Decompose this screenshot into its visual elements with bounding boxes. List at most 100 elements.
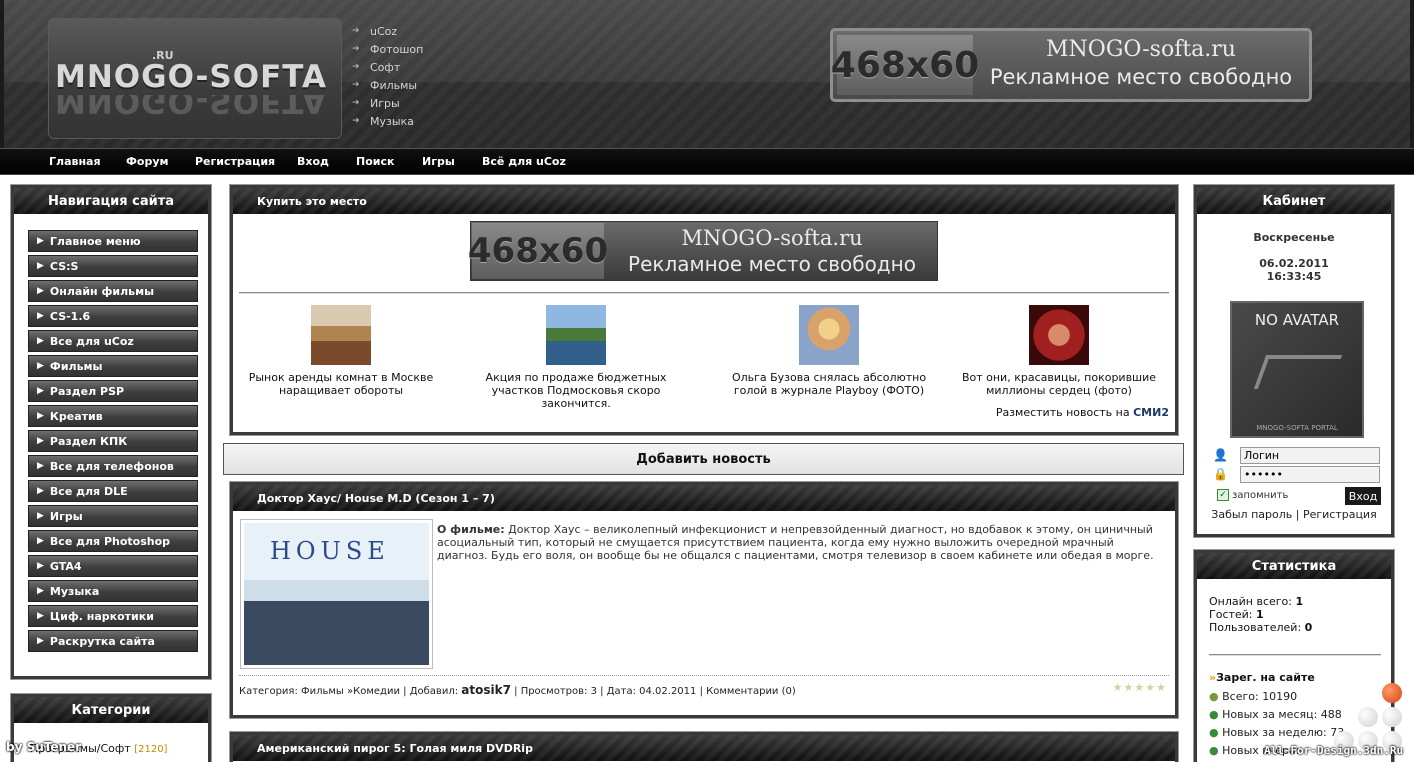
login-button[interactable]: Вход: [1345, 487, 1381, 505]
nav-search[interactable]: Поиск: [356, 155, 394, 168]
category-link[interactable]: Фильмы: [301, 686, 344, 697]
avatar-logo-icon: [1253, 355, 1343, 389]
triangle-right-icon: ▶: [37, 586, 44, 596]
news-thumb-photo[interactable]: [799, 305, 859, 365]
nav-forum[interactable]: Форум: [126, 155, 169, 168]
poster-title: HOUSE: [270, 537, 390, 565]
subcategory-link[interactable]: Комедии: [353, 686, 400, 697]
login-input[interactable]: [1240, 447, 1380, 464]
triangle-right-icon: ▶: [37, 536, 44, 546]
news-thumb-landscape[interactable]: [546, 305, 606, 365]
online-stats: Онлайн всего: 1 Гостей: 1 Пользователей:…: [1209, 595, 1313, 634]
remember-checkbox[interactable]: ✓: [1217, 489, 1229, 501]
menu-item-main[interactable]: ▶ Главное меню: [28, 230, 198, 252]
logo-reflection: MNOGO-SOFTA: [55, 95, 327, 119]
main-nav: Главная Форум Регистрация Вход Поиск Игр…: [0, 148, 1414, 175]
user-green-icon: ●: [1209, 708, 1219, 721]
header-link-ucoz[interactable]: ➜ uCoz: [352, 22, 472, 40]
site-navigation-title: Навигация сайта: [14, 188, 208, 214]
day-of-week: Воскресенье: [1253, 231, 1335, 244]
cabinet-block: Кабинет Воскресенье 06.02.2011 16:33:45 …: [1194, 185, 1394, 537]
star-icon[interactable]: ★: [1145, 681, 1156, 694]
menu-item-psp[interactable]: ▶ Раздел PSP: [28, 380, 198, 402]
password-input[interactable]: [1240, 466, 1380, 483]
site-logo[interactable]: .RU MNOGO-SOFTA MNOGO-SOFTA: [48, 18, 342, 139]
nav-login[interactable]: Вход: [297, 155, 329, 168]
register-link[interactable]: Регистрация: [1303, 508, 1377, 521]
menu-item-ucoz[interactable]: ▶ Все для uCoz: [28, 330, 198, 352]
header-ad-banner[interactable]: 468x60 MNOGO-softa.ru Рекламное место св…: [830, 28, 1312, 102]
menu-item-css[interactable]: ▶ CS:S: [28, 255, 198, 277]
banner-free-text: Рекламное место свободно: [628, 252, 916, 276]
author-link[interactable]: atosik7: [461, 683, 511, 697]
star-icon[interactable]: ★: [1156, 681, 1167, 694]
news-caption[interactable]: Вот они, красавицы, покорившие миллионы …: [944, 371, 1174, 397]
menu-item-creative[interactable]: ▶ Креатив: [28, 405, 198, 427]
post-title[interactable]: Доктор Хаус/ House M.D (Сезон 1 – 7): [233, 485, 1175, 511]
menu-item-online-films[interactable]: ▶ Онлайн фильмы: [28, 280, 198, 302]
news-caption[interactable]: Акция по продаже бюджетных участков Подм…: [461, 371, 691, 410]
site-header: .RU MNOGO-SOFTA MNOGO-SOFTA ➜ uCoz ➜ Фотош…: [0, 0, 1414, 148]
menu-item-digital-drugs[interactable]: ▶ Циф. наркотики: [28, 605, 198, 627]
post-poster[interactable]: HOUSE: [240, 519, 433, 669]
star-icon[interactable]: ★: [1134, 681, 1145, 694]
menu-item-photoshop[interactable]: ▶ Все для Photoshop: [28, 530, 198, 552]
rating-stars[interactable]: ★★★★★: [1113, 681, 1167, 694]
header-link-films[interactable]: ➜ Фильмы: [352, 76, 472, 94]
site-navigation-block: Навигация сайта ▶ Главное меню ▶ CS:S ▶ Онл…: [11, 185, 211, 679]
menu-item-cs16[interactable]: ▶ CS-1.6: [28, 305, 198, 327]
categories-title: Категории: [14, 697, 208, 723]
triangle-right-icon: ▶: [37, 311, 44, 321]
decor-circle-icon: [1382, 707, 1402, 727]
users-group-icon: ●: [1209, 690, 1219, 703]
news-caption[interactable]: Ольга Бузова снялась абсолютно голой в ж…: [714, 371, 944, 397]
nav-register[interactable]: Регистрация: [195, 155, 275, 168]
about-text: Доктор Хаус – великолепный инфекционист …: [437, 523, 1154, 562]
menu-item-films[interactable]: ▶ Фильмы: [28, 355, 198, 377]
news-post-american-pie: Американский пирог 5: Голая миля DVDRip: [230, 732, 1178, 762]
banner-size-label: 468x60: [831, 35, 979, 95]
news-post-house: Доктор Хаус/ House M.D (Сезон 1 – 7) HOU…: [230, 482, 1178, 718]
current-date: 06.02.2011: [1259, 257, 1329, 270]
comments-link[interactable]: Комментарии: [706, 686, 778, 697]
triangle-right-icon: ▶: [37, 436, 44, 446]
arrow-right-icon: ➜: [352, 116, 360, 126]
nav-home[interactable]: Главная: [49, 155, 101, 168]
header-link-music[interactable]: ➜ Музыка: [352, 112, 472, 130]
avatar[interactable]: NO AVATAR MNOGO-SOFTA PORTAL: [1230, 301, 1364, 438]
header-link-soft[interactable]: ➜ Софт: [352, 58, 472, 76]
post-title[interactable]: Американский пирог 5: Голая миля DVDRip: [233, 735, 1175, 761]
arrow-right-icon: ➜: [352, 44, 360, 54]
menu-item-music[interactable]: ▶ Музыка: [28, 580, 198, 602]
menu-item-games[interactable]: ▶ Игры: [28, 505, 198, 527]
current-time: 16:33:45: [1266, 270, 1322, 283]
news-thumb-photo[interactable]: [1029, 305, 1089, 365]
add-news-button[interactable]: Добавить новость: [223, 443, 1184, 475]
triangle-right-icon: ▶: [37, 261, 44, 271]
forgot-password-link[interactable]: Забыл пароль: [1211, 508, 1292, 521]
nav-games[interactable]: Игры: [422, 155, 455, 168]
smi2-link[interactable]: Разместить новость на СМИ2: [996, 406, 1169, 419]
nav-ucoz[interactable]: Всё для uCoz: [482, 155, 566, 168]
header-link-photoshop[interactable]: ➜ Фотошоп: [352, 40, 472, 58]
menu-item-promotion[interactable]: ▶ Раскрутка сайта: [28, 630, 198, 652]
statistics-block: Статистика Онлайн всего: 1 Гостей: 1 Пол…: [1194, 550, 1394, 762]
menu-item-dle[interactable]: ▶ Все для DLE: [28, 480, 198, 502]
menu-item-gta4[interactable]: ▶ GTA4: [28, 555, 198, 577]
news-thumb-room[interactable]: [311, 305, 371, 365]
star-icon[interactable]: ★: [1113, 681, 1124, 694]
watermark-right: All-For-Design.3dn.Ru: [1264, 744, 1404, 757]
center-ad-banner[interactable]: 468x60 MNOGO-softa.ru Рекламное место св…: [468, 221, 938, 281]
header-link-games[interactable]: ➜ Игры: [352, 94, 472, 112]
user-green-icon: ●: [1209, 744, 1219, 757]
menu-item-pda[interactable]: ▶ Раздел КПК: [28, 430, 198, 452]
triangle-right-icon: ▶: [37, 386, 44, 396]
registered-title: »Зарег. на сайте: [1209, 671, 1315, 684]
triangle-right-icon: ▶: [37, 286, 44, 296]
star-icon[interactable]: ★: [1124, 681, 1135, 694]
news-caption[interactable]: Рынок аренды комнат в Москве наращивает …: [226, 371, 456, 397]
arrow-right-icon: ➜: [352, 80, 360, 90]
logo-text: MNOGO-SOFTA: [55, 59, 327, 95]
menu-item-phones[interactable]: ▶ Все для телефонов: [28, 455, 198, 477]
ad-block-title: Купить это место: [233, 188, 1175, 214]
